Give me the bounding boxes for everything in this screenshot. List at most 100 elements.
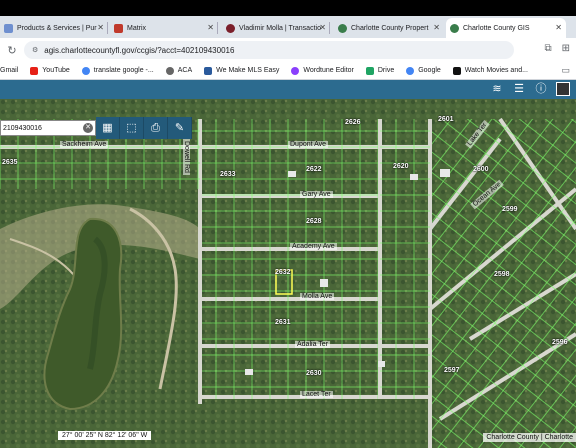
gis-header: ≋ ☰ ⓘ — [0, 80, 576, 99]
draw-pencil-icon[interactable]: ✎ — [168, 117, 192, 139]
tab-strip: Products & Services | Pur ✕ Matrix ✕ Vla… — [0, 16, 576, 38]
parcel-search-input[interactable]: 2109430016 ✕ — [0, 120, 96, 136]
address-bar[interactable]: ⚙ agis.charlottecountyfl.gov/ccgis/?acct… — [24, 41, 514, 59]
coordinate-readout: 27° 00' 25" N 82° 12' 06" W — [58, 431, 152, 440]
map-view[interactable]: Sackheim Ave Dupont Ave Gary Ave Academy… — [0, 99, 576, 448]
layers-icon[interactable]: ≋ — [490, 82, 504, 96]
tab-favicon-icon — [338, 23, 347, 33]
street-label: Academy Ave — [290, 243, 337, 250]
bookmark-label: YouTube — [42, 67, 70, 74]
tab-favicon-icon — [4, 23, 13, 33]
block-number: 2600 — [473, 166, 489, 173]
tab-label: Charlotte County Propert — [351, 24, 429, 32]
tab-divider — [107, 22, 108, 34]
site-info-icon[interactable]: ⚙ — [32, 46, 38, 54]
block-number: 2632 — [275, 269, 291, 276]
bookmark-label: Gmail — [0, 67, 19, 74]
bookmark-wordtune[interactable]: Wordtune Editor — [291, 66, 354, 75]
map-toolbar: 2109430016 ✕ ▦ ⬚ ⎙ ✎ — [0, 117, 192, 139]
close-icon[interactable]: ✕ — [207, 23, 214, 32]
tab-matrix[interactable]: Matrix ✕ — [110, 18, 218, 38]
bookmark-gmail[interactable]: Gmail — [0, 67, 18, 74]
wordtune-icon — [291, 66, 300, 75]
block-number: 2626 — [345, 119, 361, 126]
select-box-icon[interactable]: ⬚ — [120, 117, 144, 139]
movie-icon — [452, 66, 461, 75]
bookmark-drive[interactable]: Drive — [365, 66, 395, 75]
close-icon[interactable]: ✕ — [97, 23, 104, 32]
block-number: 2599 — [502, 206, 518, 213]
block-number: 2601 — [438, 116, 454, 123]
tab-label: Products & Services | Pur — [17, 24, 97, 32]
list-icon[interactable]: ☰ — [512, 82, 526, 96]
bookmark-label: translate google -... — [93, 67, 154, 74]
basemap-icon[interactable] — [556, 82, 570, 96]
bookmark-label: Wordtune Editor — [303, 67, 354, 74]
tab-charlotte-property[interactable]: Charlotte County Propert ✕ — [334, 18, 444, 38]
street-label: Molla Ave — [300, 293, 335, 300]
tab-divider — [217, 22, 218, 34]
block-number: 2631 — [275, 319, 291, 326]
youtube-icon — [30, 66, 39, 75]
block-number: 2633 — [220, 171, 236, 178]
block-number: 2635 — [2, 159, 18, 166]
tab-label: Charlotte County GIS — [463, 24, 530, 32]
bookmark-label: Drive — [377, 67, 395, 74]
bookmark-youtube[interactable]: YouTube — [30, 66, 70, 75]
tab-charlotte-gis[interactable]: Charlotte County GIS ✕ — [446, 18, 566, 38]
browser-actions: ⧉ ⊞ — [544, 43, 570, 54]
tab-favicon-icon — [450, 23, 459, 33]
tab-label: Vladimir Molla | Transactio — [239, 24, 321, 32]
tab-search-icon[interactable]: ⊞ — [562, 43, 570, 54]
info-icon[interactable]: ⓘ — [534, 82, 548, 96]
google-icon — [406, 66, 415, 75]
bookmark-mls[interactable]: We Make MLS Easy — [204, 66, 280, 75]
bookmark-label: Watch Movies and... — [464, 67, 528, 74]
block-number: 2596 — [552, 339, 568, 346]
grid-icon[interactable]: ▦ — [96, 117, 120, 139]
bookmark-watch-movies[interactable]: Watch Movies and... — [452, 66, 528, 75]
url-text: agis.charlottecountyfl.gov/ccgis/?acct=4… — [44, 45, 235, 55]
tab-favicon-icon — [226, 23, 235, 33]
block-number: 2622 — [306, 166, 322, 173]
street-label: Adalia Ter — [295, 341, 331, 348]
bookmark-label: ACA — [177, 67, 193, 74]
tab-vladimir-molla[interactable]: Vladimir Molla | Transactio ✕ — [222, 18, 330, 38]
street-label: Dupont Ave — [288, 141, 329, 148]
close-icon[interactable]: ✕ — [555, 23, 562, 32]
browser-window: Products & Services | Pur ✕ Matrix ✕ Vla… — [0, 16, 576, 448]
bookmark-label: We Make MLS Easy — [216, 67, 280, 74]
drive-icon — [365, 66, 374, 75]
search-value: 2109430016 — [3, 124, 42, 132]
bookmark-folder-icon[interactable]: ▭ — [561, 65, 570, 76]
bookmark-translate[interactable]: translate google -... — [81, 66, 154, 75]
bookmark-aca[interactable]: ACA — [165, 66, 193, 75]
tab-label: Matrix — [127, 24, 147, 32]
close-icon[interactable]: ✕ — [433, 23, 440, 32]
globe-icon — [165, 66, 174, 75]
street-label: Sackheim Ave — [60, 141, 109, 148]
clear-icon[interactable]: ✕ — [83, 123, 93, 133]
bookmarks-bar: Gmail YouTube translate google -... ACA … — [0, 62, 576, 80]
block-number: 2628 — [306, 218, 322, 225]
screen-frame: Products & Services | Pur ✕ Matrix ✕ Vla… — [0, 0, 576, 448]
block-number: 2598 — [494, 271, 510, 278]
mls-icon — [204, 66, 213, 75]
print-icon[interactable]: ⎙ — [144, 117, 168, 139]
navigation-bar: ↻ ⚙ agis.charlottecountyfl.gov/ccgis/?ac… — [0, 38, 576, 62]
block-number: 2597 — [444, 367, 460, 374]
google-icon — [81, 66, 90, 75]
extensions-icon[interactable]: ⧉ — [544, 43, 551, 54]
tab-favicon-icon — [114, 23, 123, 33]
block-number: 2630 — [306, 370, 322, 377]
tab-divider — [329, 22, 330, 34]
close-icon[interactable]: ✕ — [319, 23, 326, 32]
street-label: Gary Ave — [300, 191, 333, 198]
street-label: Dowell Rd — [183, 139, 190, 175]
header-tools: ≋ ☰ ⓘ — [490, 82, 570, 96]
bookmark-google[interactable]: Google — [406, 66, 441, 75]
tab-products-services[interactable]: Products & Services | Pur ✕ — [0, 18, 108, 38]
street-label: Lacet Ter — [300, 391, 333, 398]
map-attribution: Charlotte County | Charlotte — [483, 433, 576, 442]
reload-icon[interactable]: ↻ — [4, 44, 20, 57]
